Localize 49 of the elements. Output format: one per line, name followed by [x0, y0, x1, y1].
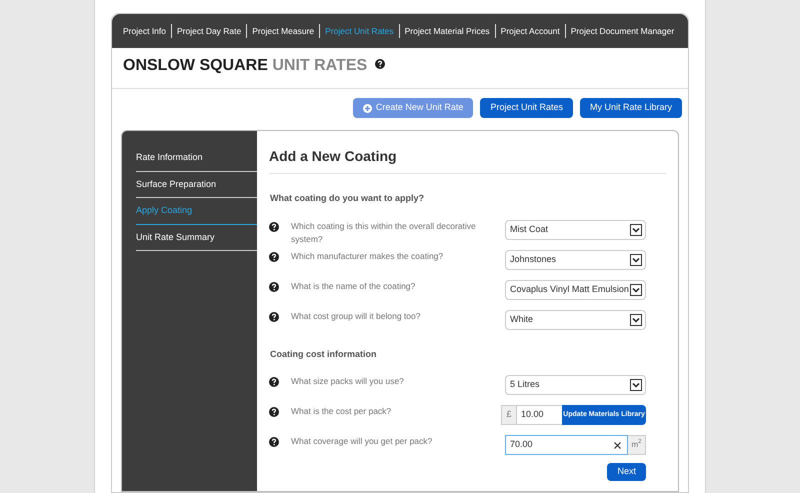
- select-field[interactable]: Covaplus Vinyl Matt Emulsion: [505, 280, 646, 300]
- help-icon: [269, 312, 279, 322]
- section-heading: Coating cost information: [269, 348, 378, 361]
- chevron-down-icon: [630, 379, 642, 391]
- nav-tab[interactable]: Project Info: [118, 24, 171, 38]
- help-icon: [269, 252, 279, 262]
- question-label: Which coating is this within the overall decorative system?: [291, 220, 477, 246]
- plus-circle-icon: [362, 104, 372, 112]
- next-button[interactable]: Next: [607, 463, 646, 481]
- coverage-field[interactable]: 70.00: [505, 435, 628, 455]
- nav-tab[interactable]: Project Account: [496, 24, 565, 38]
- section-heading: What coating do you want to apply?: [269, 192, 425, 205]
- help-icon: [269, 407, 279, 417]
- select-field[interactable]: Mist Coat: [505, 220, 646, 240]
- help-icon: [269, 377, 279, 387]
- help-icon: [375, 59, 386, 69]
- nav-tab[interactable]: Project Material Prices: [400, 24, 495, 38]
- chevron-down-icon: [630, 254, 642, 266]
- form-title: Add a New Coating: [269, 148, 397, 164]
- nav-tab[interactable]: Project Measure: [247, 24, 320, 38]
- select-field[interactable]: Johnstones: [505, 250, 646, 270]
- help-icon: [269, 282, 279, 292]
- clear-icon[interactable]: [614, 442, 621, 448]
- page-title: ONSLOW SQUARE UNIT RATES: [123, 56, 368, 76]
- question-label: What coverage will you get per pack?: [291, 435, 434, 448]
- chevron-down-icon: [630, 224, 642, 236]
- action-button[interactable]: Project Unit Rates: [480, 98, 573, 118]
- help-icon: [269, 437, 279, 447]
- select-field[interactable]: White: [505, 310, 646, 330]
- nav-tab[interactable]: Project Document Manager: [566, 24, 680, 38]
- nav-tab[interactable]: Project Unit Rates: [320, 24, 399, 38]
- action-button[interactable]: My Unit Rate Library: [580, 98, 682, 118]
- question-label: What cost group will it belong too?: [291, 310, 422, 322]
- price-field[interactable]: 10.00: [517, 405, 562, 425]
- chevron-down-icon: [630, 314, 642, 326]
- help-icon: [269, 222, 279, 232]
- step-item[interactable]: Apply Coating: [136, 198, 257, 224]
- step-item[interactable]: Rate Information: [136, 145, 257, 172]
- step-item[interactable]: Unit Rate Summary: [136, 224, 257, 251]
- question-label: What is the cost per pack?: [291, 405, 392, 418]
- chevron-down-icon: [630, 284, 642, 296]
- select-field[interactable]: 5 Litres: [505, 375, 646, 395]
- unit-addon: m$^{2}$: [628, 435, 646, 455]
- step-item[interactable]: Surface Preparation: [136, 172, 257, 198]
- question-label: What size packs will you use?: [291, 375, 405, 388]
- question-label: What is the name of the coating?: [291, 280, 416, 292]
- currency-addon: £: [501, 405, 517, 425]
- nav-tab[interactable]: Project Day Rate: [172, 24, 246, 38]
- question-label: Which manufacturer makes the coating?: [291, 250, 444, 262]
